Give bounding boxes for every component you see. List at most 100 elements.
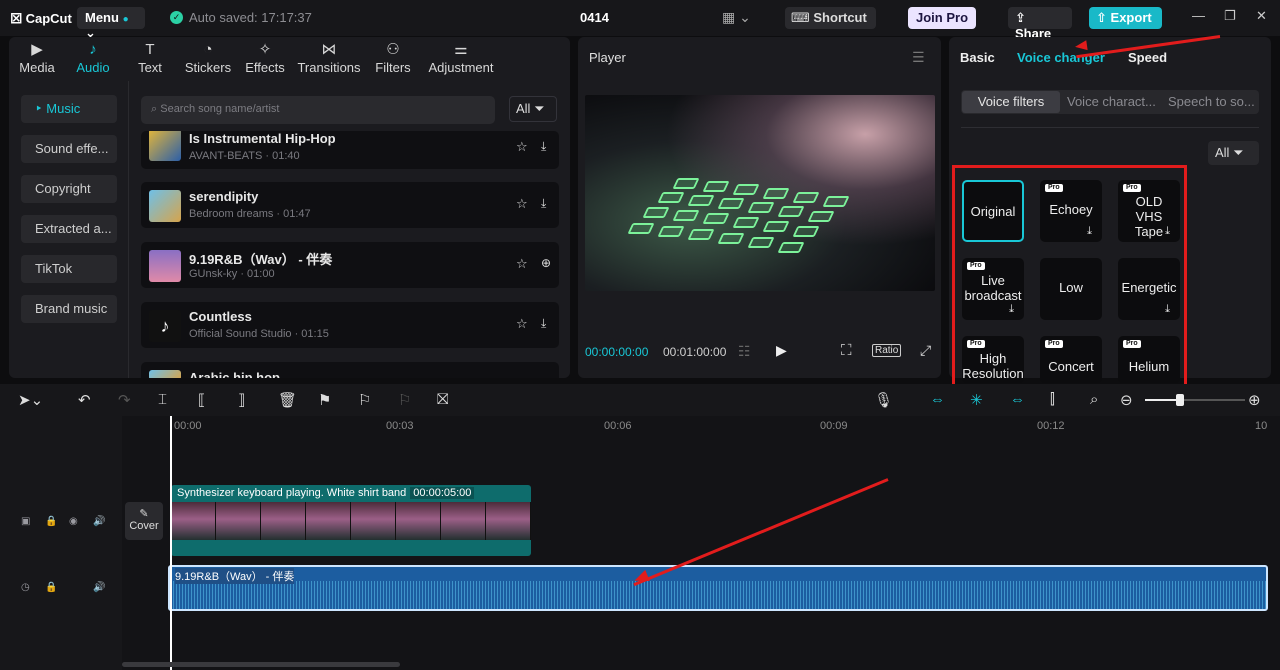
favorite-icon[interactable]: ☆ — [516, 316, 528, 332]
subtab-speech-to-song[interactable]: Speech to so... — [1168, 94, 1255, 109]
favorite-icon[interactable]: ☆ — [516, 256, 528, 272]
zoom-slider[interactable] — [1145, 394, 1245, 406]
playhead[interactable] — [170, 416, 172, 670]
ruler-label: 10 — [1255, 420, 1268, 432]
zoom-fit-icon[interactable]: ⌕ — [1090, 391, 1098, 408]
screenshot-icon[interactable]: ⛶ — [841, 342, 852, 359]
close-icon[interactable]: ✕ — [1256, 8, 1267, 24]
redo-icon[interactable]: ↷ — [118, 391, 131, 409]
preview-axis-icon[interactable]: ⫿ — [1050, 391, 1055, 408]
tab-transitions[interactable]: ⋈ Transitions — [293, 37, 365, 79]
hamburger-icon[interactable]: ☰ — [912, 49, 925, 66]
cover-button[interactable]: ✎ Cover — [125, 502, 163, 540]
tab-text[interactable]: T Text — [121, 37, 179, 79]
voice-effect-helium[interactable]: Pro Helium — [1118, 336, 1180, 383]
minimize-icon[interactable]: — — [1192, 8, 1205, 23]
marker-disabled-icon[interactable]: ⚐ — [398, 391, 411, 409]
video-clip[interactable]: Synthesizer keyboard playing. White shir… — [171, 485, 531, 556]
share-button[interactable]: ⇪ Share — [1008, 7, 1072, 41]
zoom-out-icon[interactable]: ⊖ — [1120, 391, 1133, 409]
download-icon[interactable]: ⤓ — [541, 196, 546, 211]
sidebar-label: Music — [46, 101, 81, 116]
split-icon[interactable]: ⌶ — [158, 391, 167, 408]
timeline-grid-icon[interactable]: ☷ — [738, 343, 751, 360]
effect-label: Energetic — [1121, 280, 1177, 295]
trim-right-icon[interactable]: ⟧ — [238, 391, 245, 409]
linkage-icon[interactable]: ⇔ — [1010, 391, 1025, 408]
filter-all-button[interactable]: All ⏷ — [509, 96, 557, 122]
list-item[interactable]: Is Instrumental Hip-Hop AVANT-BEATS · 01… — [141, 131, 559, 169]
auto-caption-icon[interactable]: ⚑ — [318, 391, 331, 409]
add-icon[interactable]: ⊕ — [541, 256, 551, 270]
tab-audio[interactable]: ♪ Audio — [65, 37, 121, 79]
voice-effect-live-broadcast[interactable]: Pro Live broadcast ⤓ — [962, 258, 1024, 320]
sidebar-item-sound-effects[interactable]: Sound effe... — [21, 135, 117, 163]
voice-effect-echoey[interactable]: Pro Echoey ⤓ — [1040, 180, 1102, 242]
voice-effect-low[interactable]: Low — [1040, 258, 1102, 320]
delete-icon[interactable]: 🗑 — [278, 391, 297, 409]
favorite-icon[interactable]: ☆ — [516, 196, 528, 212]
download-icon[interactable]: ⤓ — [541, 139, 546, 154]
remove-background-icon[interactable]: ⛝ — [437, 391, 448, 408]
favorite-icon[interactable]: ☆ — [516, 139, 528, 155]
list-item[interactable]: 9.19R&B（Wav） - 伴奏 GUnsk-ky · 01:00 ☆ ⊕ — [141, 242, 559, 288]
tiktok-icon: ♪ — [149, 310, 181, 342]
list-item[interactable]: ♪ Countless Official Sound Studio · 01:1… — [141, 302, 559, 348]
voice-effect-high-resolution[interactable]: Pro High Resolution — [962, 336, 1024, 383]
zoom-in-icon[interactable]: ⊕ — [1248, 391, 1261, 409]
download-icon[interactable]: ⤓ — [541, 316, 546, 331]
marker-icon[interactable]: ⚐ — [358, 391, 371, 409]
ruler-label: 00:06 — [604, 420, 632, 432]
tab-stickers[interactable]: ◔ Stickers — [179, 37, 237, 79]
link-icon[interactable]: ⇔ — [930, 391, 945, 408]
search-input[interactable]: ⌕ Search song name/artist — [141, 96, 495, 124]
tab-effects[interactable]: ✧ Effects — [237, 37, 293, 79]
audio-clip[interactable]: 9.19R&B（Wav） - 伴奏 — [168, 565, 1268, 611]
layout-icon[interactable]: ▦ ⌄ — [722, 9, 751, 26]
sidebar-item-tiktok[interactable]: TikTok — [21, 255, 117, 283]
sidebar-item-copyright[interactable]: Copyright — [21, 175, 117, 203]
fullscreen-icon[interactable]: ⤢ — [920, 342, 931, 359]
microphone-icon[interactable]: 🎙 — [874, 391, 893, 409]
restore-icon[interactable]: ❐ — [1224, 8, 1236, 24]
eye-icon[interactable]: ◉ — [69, 516, 78, 527]
magnet-icon[interactable]: ✳ — [970, 391, 983, 409]
sidebar-item-extracted-audio[interactable]: Extracted a... — [21, 215, 117, 243]
subtab-voice-filters[interactable]: Voice filters — [962, 91, 1060, 113]
play-icon[interactable]: ▶ — [776, 342, 787, 359]
tab-basic[interactable]: Basic — [960, 50, 995, 65]
export-button[interactable]: ⇧ Export — [1089, 7, 1162, 29]
speaker-icon[interactable]: 🔊 — [93, 516, 105, 527]
lock-icon[interactable]: 🔒 — [45, 516, 57, 527]
select-cursor-icon[interactable]: ➤⌄ — [18, 391, 43, 409]
voice-effect-energetic[interactable]: Energetic ⤓ — [1118, 258, 1180, 320]
tab-speed[interactable]: Speed — [1128, 50, 1167, 65]
subtab-voice-characters[interactable]: Voice charact... — [1067, 94, 1156, 109]
sidebar-item-brand-music[interactable]: Brand music — [21, 295, 117, 323]
audio-sidebar: ‣ Music Sound effe... Copyright Extracte… — [9, 81, 129, 378]
filter-all-button[interactable]: All ⏷ — [1208, 141, 1259, 165]
timeline-toolbar: ➤⌄ ↶ ↷ ⌶ ⟦ ⟧ 🗑 ⚑ ⚐ ⚐ ⛝ 🎙 ⇔ ✳ ⇔ ⫿ ⌕ ⊖ ⊕ — [0, 384, 1280, 416]
zoom-slider-handle[interactable] — [1176, 394, 1184, 406]
ratio-button[interactable]: Ratio — [872, 344, 902, 357]
tab-filters[interactable]: ⚇ Filters — [365, 37, 421, 79]
shortcut-button[interactable]: ⌨ Shortcut — [785, 7, 876, 29]
sidebar-item-music[interactable]: ‣ Music — [21, 95, 117, 123]
join-pro-button[interactable]: Join Pro — [908, 7, 976, 29]
tab-adjustment[interactable]: ⚌ Adjustment — [421, 37, 501, 79]
menu-button[interactable]: Menu ● ⌄ — [77, 7, 145, 40]
voice-effect-old-vhs-tape[interactable]: Pro OLD VHS Tape ⤓ — [1118, 180, 1180, 242]
list-item[interactable]: serendipity Bedroom dreams · 01:47 ☆ ⤓ — [141, 182, 559, 228]
undo-icon[interactable]: ↶ — [78, 391, 91, 409]
lock-icon[interactable]: 🔒 — [45, 582, 57, 593]
tab-label: Media — [19, 60, 55, 75]
tab-media[interactable]: ▶ Media — [9, 37, 65, 79]
horizontal-scrollbar[interactable] — [122, 662, 400, 667]
voice-effect-concert[interactable]: Pro Concert — [1040, 336, 1102, 383]
voice-effect-original[interactable]: Original — [962, 180, 1024, 242]
speaker-icon[interactable]: 🔊 — [93, 582, 105, 593]
stickers-icon: ◔ — [203, 41, 213, 58]
trim-left-icon[interactable]: ⟦ — [198, 391, 205, 409]
list-item[interactable]: Arabic hip hop — [141, 362, 559, 378]
media-tabs: ▶ Media ♪ Audio T Text ◔ Stickers ✧ Effects ⋈… — [9, 37, 570, 79]
